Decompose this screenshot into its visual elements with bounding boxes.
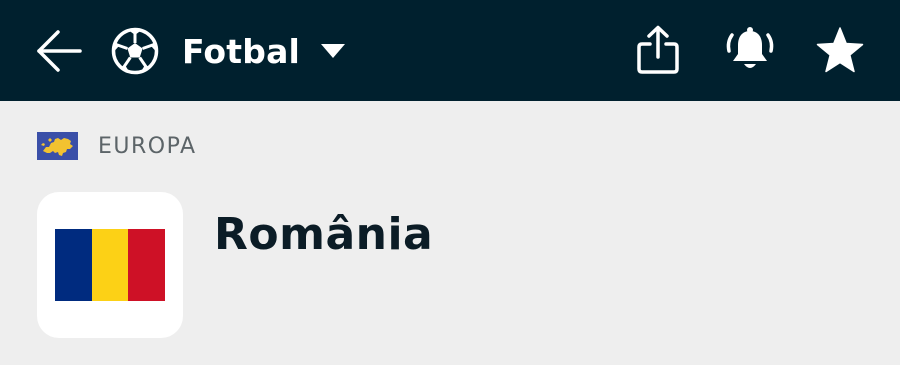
favorite-button[interactable]	[812, 20, 868, 80]
sport-selector-dropdown[interactable]: Fotbal	[110, 22, 346, 80]
romania-flag-icon	[55, 229, 166, 301]
breadcrumb-region[interactable]: EUROPA	[37, 132, 197, 160]
region-label: EUROPA	[98, 133, 197, 159]
team-name: România	[214, 209, 434, 260]
top-navigation-bar: Fotbal	[0, 0, 900, 101]
share-button[interactable]	[630, 20, 686, 80]
flag-stripe-blue	[55, 229, 92, 301]
soccer-ball-icon	[111, 27, 159, 75]
back-button[interactable]	[30, 22, 88, 80]
share-icon	[637, 25, 679, 74]
star-icon	[816, 27, 864, 73]
arrow-left-icon	[37, 30, 82, 72]
europe-flag-icon	[37, 132, 78, 160]
flag-stripe-yellow	[91, 229, 129, 301]
caret-down-icon	[320, 43, 346, 59]
notifications-button[interactable]	[722, 20, 778, 80]
sport-label: Fotbal	[182, 31, 301, 71]
team-logo	[37, 192, 183, 338]
flag-stripe-red	[128, 229, 166, 301]
bell-ringing-icon	[726, 27, 774, 68]
